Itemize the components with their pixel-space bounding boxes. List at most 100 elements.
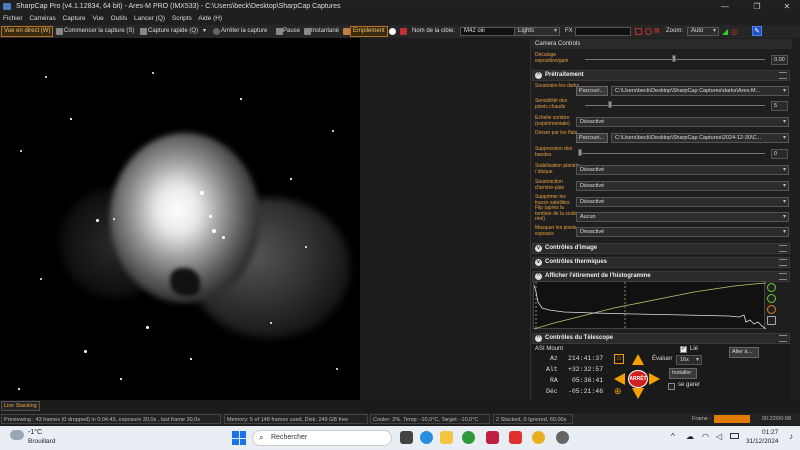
wifi-icon[interactable]: ◠ <box>702 432 709 441</box>
hot-pixel-slider-knob[interactable] <box>608 101 612 108</box>
stop-button[interactable]: ARRÊT <box>628 370 648 388</box>
app-icon-green[interactable] <box>462 431 475 444</box>
edge-icon[interactable] <box>420 431 433 444</box>
start-capture-button[interactable]: Commencer la capture (S) <box>62 26 136 37</box>
app-icon-red[interactable] <box>486 431 499 444</box>
banding-slider-knob[interactable] <box>578 149 582 156</box>
windows-start-icon[interactable] <box>232 431 246 445</box>
save-icon[interactable] <box>767 316 776 325</box>
menu-file[interactable]: Fichier <box>3 15 23 22</box>
notification-bell-icon[interactable]: ♪ <box>789 432 793 441</box>
south-arrow-icon[interactable] <box>632 388 644 399</box>
collapse-chevron-icon[interactable]: ^ <box>535 335 542 342</box>
weather-icon[interactable] <box>10 430 24 440</box>
section-menu-icon[interactable] <box>779 273 787 280</box>
menu-launch[interactable]: Lancer (Q) <box>134 15 165 22</box>
quick-capture-button[interactable]: Capture rapide (Q) <box>146 26 200 37</box>
flats-path-select[interactable]: C:\Users\beck\Desktop\SharpCap Captures\… <box>611 133 789 143</box>
hot-pixel-value[interactable]: 5 <box>771 101 788 111</box>
weather-desc[interactable]: Brouillard <box>28 438 55 445</box>
telescope-section[interactable]: ^ Contrôles du Télescope <box>532 333 790 344</box>
alert-icon[interactable]: ◎ <box>731 27 738 36</box>
zoom-select[interactable]: Auto <box>687 27 719 36</box>
stop-capture-button[interactable]: Arrêter la capture <box>219 26 269 37</box>
clock-time[interactable]: 01:27 <box>762 429 778 436</box>
west-arrow-icon[interactable] <box>614 373 625 385</box>
east-arrow-icon[interactable] <box>649 373 660 385</box>
live-view-button[interactable]: Vue en direct (W) <box>1 26 54 37</box>
pen-tool-icon[interactable]: ✎ <box>752 26 762 36</box>
chrome-icon[interactable] <box>532 431 545 444</box>
preprocessing-section[interactable]: ^ Prétraitement <box>532 70 790 81</box>
record-icon[interactable] <box>389 28 396 35</box>
sync-icon[interactable]: ⊕ <box>614 386 624 396</box>
image-viewer[interactable] <box>0 38 360 400</box>
linked-checkbox[interactable]: ✓ <box>680 346 687 353</box>
image-controls-section[interactable]: v Contrôles d'image <box>532 243 790 254</box>
flip-select[interactable]: Aucun <box>576 212 789 222</box>
rate-select[interactable]: 16x <box>676 355 702 365</box>
tray-chevron-icon[interactable]: ^ <box>671 432 675 441</box>
quick-capture-dropdown-icon[interactable]: ▾ <box>201 26 208 37</box>
cloud-icon[interactable]: ☁ <box>686 432 694 441</box>
menu-cameras[interactable]: Caméras <box>29 15 55 22</box>
info-icon[interactable] <box>767 283 776 292</box>
minimize-button[interactable]: — <box>712 0 738 13</box>
dark-scale-select[interactable]: Désactivé <box>576 117 789 127</box>
stabilization-select[interactable]: Désactivé <box>576 165 789 175</box>
frame-type-select[interactable]: Lights <box>514 27 560 36</box>
close-button[interactable]: ✕ <box>774 0 800 13</box>
taskbar-search[interactable]: ⌕ Rechercher <box>252 430 392 446</box>
section-menu-icon[interactable] <box>779 335 787 342</box>
park-checkbox[interactable] <box>668 383 675 390</box>
banding-slider[interactable] <box>580 153 765 154</box>
north-arrow-icon[interactable] <box>632 354 644 365</box>
section-menu-icon[interactable] <box>779 259 787 266</box>
section-menu-icon[interactable] <box>779 245 787 252</box>
grid-icon[interactable]: ▦ <box>654 28 662 35</box>
volume-icon[interactable]: ◁ <box>716 432 722 441</box>
satellite-select[interactable]: Désactivé <box>576 197 789 207</box>
banding-value[interactable]: 0 <box>771 149 788 159</box>
offset-slider-knob[interactable] <box>672 55 676 62</box>
menu-scripts[interactable]: Scripts <box>172 15 192 22</box>
file-explorer-icon[interactable] <box>440 431 453 444</box>
expand-chevron-icon[interactable]: v <box>535 259 542 266</box>
expand-chevron-icon[interactable]: v <box>535 245 542 252</box>
goto-button[interactable]: Aller à... <box>729 347 759 358</box>
collapse-chevron-icon[interactable]: ^ <box>535 72 542 79</box>
browse-darks-button[interactable]: Parcouri... <box>576 86 608 96</box>
frame-icon[interactable] <box>635 28 642 35</box>
maximize-button[interactable]: ❐ <box>744 0 770 13</box>
reset-icon[interactable] <box>767 305 776 314</box>
auto-stretch-icon[interactable] <box>767 294 776 303</box>
menu-view[interactable]: Vue <box>92 15 103 22</box>
home-icon[interactable]: ⌂ <box>614 354 624 364</box>
menu-capture[interactable]: Capture <box>63 15 86 22</box>
mask-select[interactable]: Désactivé <box>576 227 789 237</box>
circle-icon[interactable] <box>645 28 652 35</box>
menu-tools[interactable]: Outils <box>111 15 128 22</box>
histogram-graph[interactable] <box>533 281 767 330</box>
darks-path-select[interactable]: C:\Users\beck\Desktop\SharpCap Captures\… <box>611 86 789 96</box>
weather-temp[interactable]: -1°C <box>28 429 42 436</box>
thermal-controls-section[interactable]: v Contrôles thermiques <box>532 257 790 268</box>
stacking-button[interactable]: Empilement <box>350 26 388 37</box>
sharpcap-taskbar-icon[interactable] <box>556 431 569 444</box>
fx-select[interactable] <box>575 27 631 36</box>
pause-button[interactable]: Pause <box>281 26 302 37</box>
install-button[interactable]: Installer <box>669 368 697 379</box>
hot-pixel-slider[interactable] <box>585 105 765 106</box>
background-select[interactable]: Désactivé <box>576 181 789 191</box>
histogram-toggle-icon[interactable]: ◢ <box>722 27 728 36</box>
clock-date[interactable]: 31/12/2024 <box>746 438 779 445</box>
menu-help[interactable]: Aide (H) <box>198 15 222 22</box>
app-icon-video[interactable] <box>509 431 522 444</box>
live-stacking-tab[interactable]: Live Stacking <box>1 401 40 411</box>
browse-flats-button[interactable]: Parcouri... <box>576 133 608 143</box>
offset-value[interactable]: 0.00 <box>771 55 788 65</box>
task-view-icon[interactable] <box>400 431 413 444</box>
snapshot-button[interactable]: Instantané <box>309 26 341 37</box>
section-menu-icon[interactable] <box>779 72 787 79</box>
collapse-chevron-icon[interactable]: ^ <box>535 273 542 280</box>
